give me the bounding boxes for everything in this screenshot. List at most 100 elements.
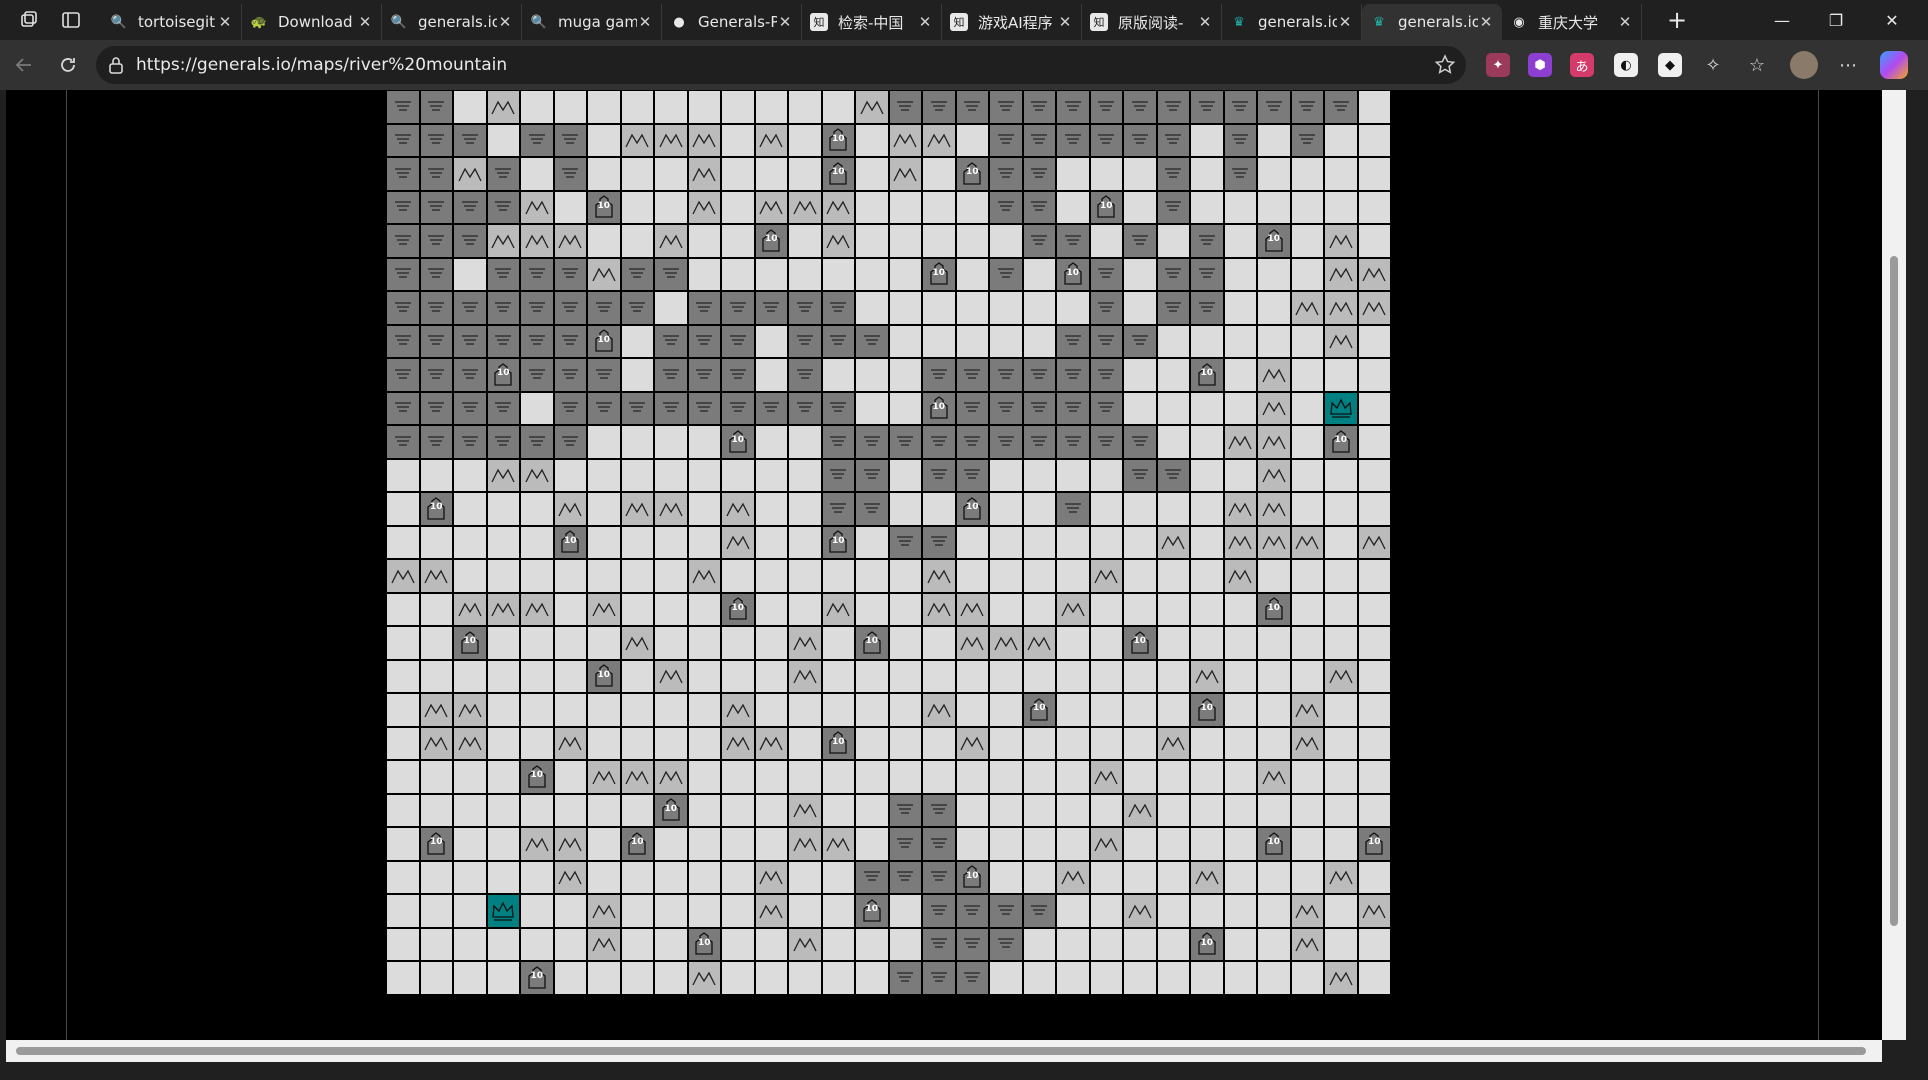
tile-empty[interactable]: [620, 693, 654, 727]
tile-empty[interactable]: [1357, 760, 1391, 794]
tab-8[interactable]: ♛ generals.io ✕: [1222, 4, 1362, 40]
tile-empty[interactable]: [989, 458, 1023, 492]
tile-city[interactable]: 10: [955, 157, 989, 191]
tile-empty[interactable]: [654, 559, 688, 593]
tile-empty[interactable]: [1223, 659, 1257, 693]
tile-empty[interactable]: [1056, 291, 1090, 325]
tile-empty[interactable]: [419, 793, 453, 827]
tile-mountain[interactable]: [453, 726, 487, 760]
tile-empty[interactable]: [453, 894, 487, 928]
tile-empty[interactable]: [453, 659, 487, 693]
tile-water[interactable]: [419, 224, 453, 258]
tile-mountain[interactable]: [1290, 927, 1324, 961]
tile-empty[interactable]: [587, 793, 621, 827]
tile-water[interactable]: [453, 123, 487, 157]
tile-empty[interactable]: [1223, 793, 1257, 827]
tile-water[interactable]: [888, 961, 922, 995]
tile-water[interactable]: [386, 224, 420, 258]
tile-empty[interactable]: [788, 525, 822, 559]
tile-water[interactable]: [1022, 90, 1056, 124]
tile-empty[interactable]: [520, 492, 554, 526]
tile-empty[interactable]: [553, 659, 587, 693]
tile-empty[interactable]: [821, 626, 855, 660]
tile-empty[interactable]: [955, 525, 989, 559]
back-button[interactable]: [8, 50, 40, 80]
copilot-icon[interactable]: [1880, 51, 1908, 79]
tile-water[interactable]: [553, 123, 587, 157]
tile-empty[interactable]: [486, 827, 520, 861]
tile-empty[interactable]: [687, 894, 721, 928]
tile-empty[interactable]: [1223, 391, 1257, 425]
tile-water[interactable]: [587, 391, 621, 425]
tile-empty[interactable]: [989, 693, 1023, 727]
tile-empty[interactable]: [1022, 961, 1056, 995]
tile-empty[interactable]: [1223, 860, 1257, 894]
tile-empty[interactable]: [788, 123, 822, 157]
tile-city[interactable]: 10: [955, 492, 989, 526]
tile-water[interactable]: [386, 90, 420, 124]
box-extension-icon[interactable]: ◆: [1658, 53, 1682, 77]
tile-empty[interactable]: [1156, 492, 1190, 526]
close-tab-icon[interactable]: ✕: [1478, 13, 1494, 31]
tile-empty[interactable]: [1123, 961, 1157, 995]
tab-1[interactable]: 🐢 Download ✕: [242, 4, 382, 40]
tile-city[interactable]: 10: [1123, 626, 1157, 660]
tile-water[interactable]: [1022, 894, 1056, 928]
tile-empty[interactable]: [1190, 760, 1224, 794]
tile-empty[interactable]: [520, 894, 554, 928]
tile-empty[interactable]: [687, 425, 721, 459]
tile-empty[interactable]: [386, 793, 420, 827]
tile-empty[interactable]: [386, 927, 420, 961]
tile-mountain[interactable]: [486, 90, 520, 124]
tile-water[interactable]: [1223, 90, 1257, 124]
tile-water[interactable]: [1190, 90, 1224, 124]
tile-empty[interactable]: [888, 659, 922, 693]
tile-mountain[interactable]: [1290, 291, 1324, 325]
tile-empty[interactable]: [1357, 793, 1391, 827]
tile-mountain[interactable]: [1223, 525, 1257, 559]
tile-empty[interactable]: [955, 190, 989, 224]
tile-empty[interactable]: [453, 793, 487, 827]
tile-empty[interactable]: [587, 123, 621, 157]
tile-water[interactable]: [453, 391, 487, 425]
tile-empty[interactable]: [1089, 659, 1123, 693]
tile-empty[interactable]: [587, 224, 621, 258]
tile-water[interactable]: [989, 90, 1023, 124]
tile-empty[interactable]: [821, 257, 855, 291]
tile-mountain[interactable]: [687, 961, 721, 995]
tile-water[interactable]: [855, 324, 889, 358]
tile-empty[interactable]: [1324, 559, 1358, 593]
tile-empty[interactable]: [587, 525, 621, 559]
tile-water[interactable]: [654, 324, 688, 358]
tile-water[interactable]: [788, 391, 822, 425]
tile-empty[interactable]: [1290, 827, 1324, 861]
tile-empty[interactable]: [1357, 626, 1391, 660]
tile-empty[interactable]: [989, 559, 1023, 593]
tile-city[interactable]: 10: [453, 626, 487, 660]
close-tab-icon[interactable]: ✕: [1057, 13, 1073, 31]
tile-water[interactable]: [1123, 324, 1157, 358]
tile-empty[interactable]: [486, 927, 520, 961]
tile-empty[interactable]: [888, 894, 922, 928]
tile-city[interactable]: 10: [587, 190, 621, 224]
tile-empty[interactable]: [1123, 592, 1157, 626]
tile-empty[interactable]: [989, 793, 1023, 827]
tile-empty[interactable]: [1056, 559, 1090, 593]
tile-empty[interactable]: [520, 525, 554, 559]
tile-empty[interactable]: [1357, 358, 1391, 392]
tile-empty[interactable]: [1357, 492, 1391, 526]
tile-empty[interactable]: [520, 90, 554, 124]
tile-city[interactable]: 10: [486, 358, 520, 392]
tile-mountain[interactable]: [788, 827, 822, 861]
tile-water[interactable]: [989, 358, 1023, 392]
tile-water[interactable]: [922, 525, 956, 559]
tile-mountain[interactable]: [754, 726, 788, 760]
tile-empty[interactable]: [587, 827, 621, 861]
tile-empty[interactable]: [687, 592, 721, 626]
tile-empty[interactable]: [553, 927, 587, 961]
tile-empty[interactable]: [654, 90, 688, 124]
tile-empty[interactable]: [1324, 760, 1358, 794]
tile-mountain[interactable]: [955, 626, 989, 660]
tile-city[interactable]: 10: [721, 425, 755, 459]
tile-empty[interactable]: [888, 760, 922, 794]
